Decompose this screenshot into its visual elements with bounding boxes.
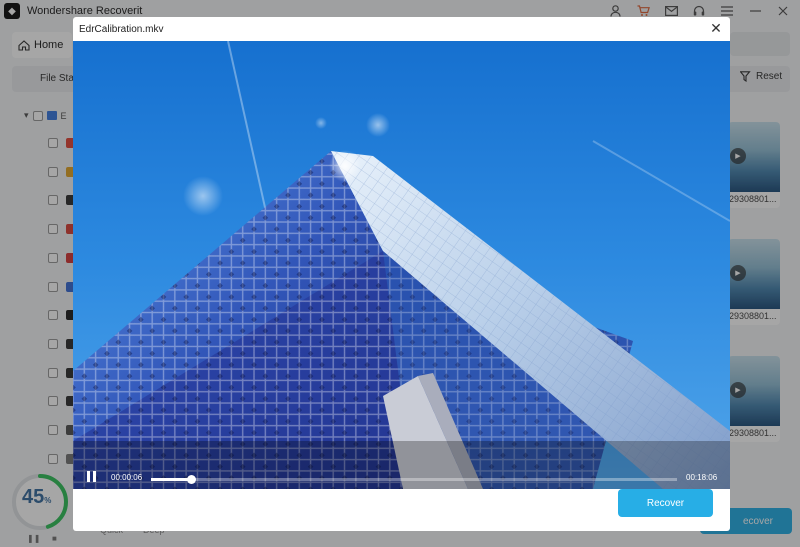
video-controls: 00:00:06 00:18:06 <box>73 465 730 489</box>
total-time: 00:18:06 <box>686 473 718 482</box>
seek-bar[interactable] <box>151 478 677 481</box>
dialog-header: EdrCalibration.mkv <box>73 17 730 41</box>
dialog-close-icon[interactable]: ✕ <box>708 20 724 36</box>
video-frame-image <box>73 41 730 489</box>
seek-handle[interactable] <box>186 475 196 484</box>
video-preview[interactable]: 00:00:06 00:18:06 <box>73 41 730 489</box>
preview-dialog: EdrCalibration.mkv ✕ 00:00:06 00:18:06 R… <box>73 17 730 531</box>
seek-bar-fill <box>151 478 191 481</box>
recover-button[interactable]: Recover <box>618 489 713 517</box>
pause-icon[interactable] <box>87 471 99 485</box>
dialog-title: EdrCalibration.mkv <box>79 23 164 35</box>
current-time: 00:00:06 <box>111 473 143 482</box>
